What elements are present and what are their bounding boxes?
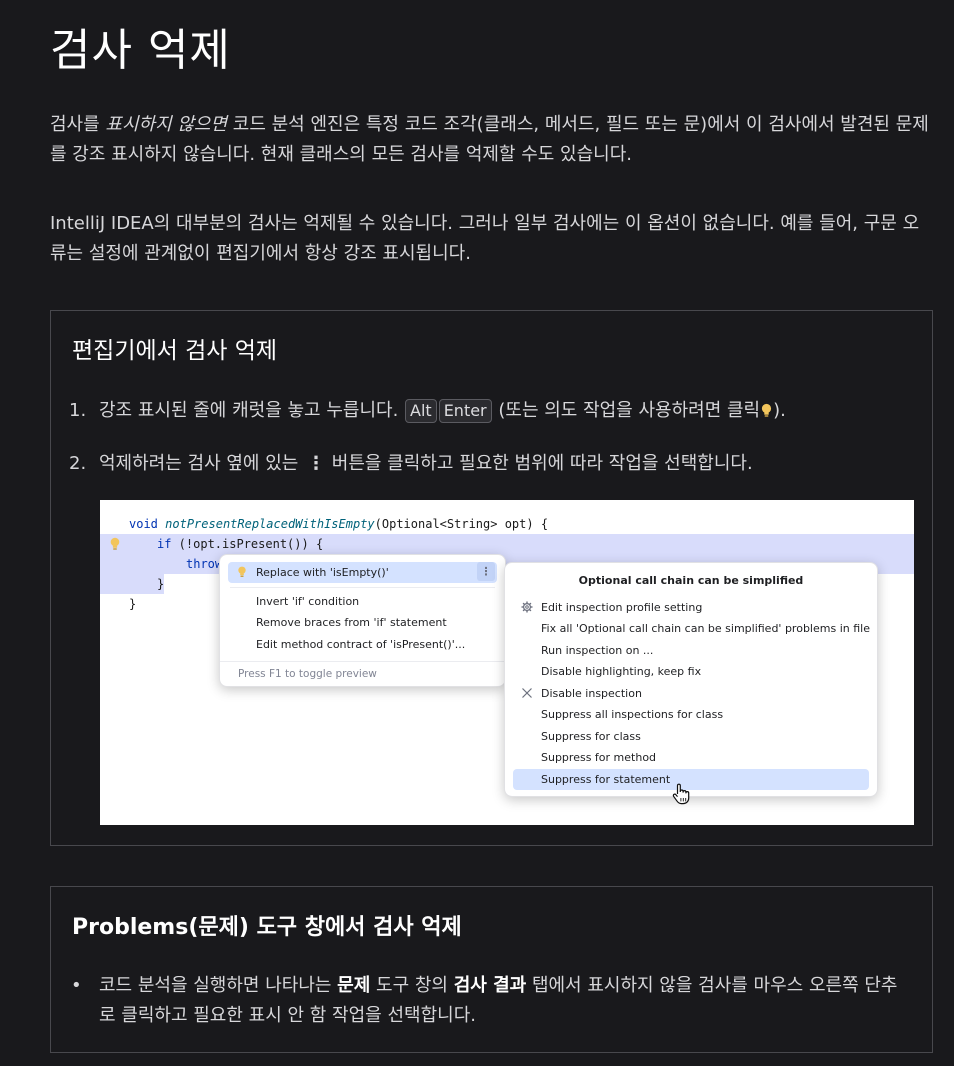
code-line-3: throw <box>186 557 223 571</box>
option-disable-highlighting[interactable]: Disable highlighting, keep fix <box>505 661 877 682</box>
divider <box>230 587 495 588</box>
step-text: ). <box>773 400 786 421</box>
intention-actions-popup: Replace with 'isEmpty()' ⋮ Invert 'if' c… <box>219 554 506 687</box>
code-line-2: if (!opt.isPresent()) { <box>157 537 323 551</box>
intro-paragraph-2: IntelliJ IDEA의 대부분의 검사는 억제될 수 있습니다. 그러나 … <box>50 213 920 264</box>
step-text: 버튼을 클릭하고 필요한 범위에 따라 작업을 선택합니다. <box>326 453 753 474</box>
problems-window-term: 문제 <box>337 975 371 996</box>
code-method-name: notPresentReplacedWithIsEmpty <box>165 517 375 531</box>
bullet-dot: • <box>71 975 82 996</box>
bullet-text: 도구 창의 <box>370 975 454 996</box>
page-title: 검사 억제 <box>50 25 231 76</box>
more-options-button[interactable]: ⋮ <box>477 562 495 581</box>
option-edit-profile[interactable]: Edit inspection profile setting <box>505 597 877 618</box>
intro-emphasis: 표시하지 않으면 <box>105 114 228 135</box>
enter-key: Enter <box>438 399 492 423</box>
option-disable-inspection[interactable]: Disable inspection <box>505 683 877 704</box>
divider <box>220 661 505 662</box>
step-text: (또는 의도 작업을 사용하려면 클릭 <box>492 400 761 421</box>
intro-paragraph-1: 검사를 표시하지 않으면 코드 분석 엔진은 특정 코드 조각(클래스, 메서드… <box>50 110 930 170</box>
lightbulb-icon <box>238 566 246 577</box>
intention-item-invert[interactable]: Invert 'if' condition <box>220 591 505 612</box>
gutter-lightbulb-icon[interactable] <box>109 537 121 551</box>
option-label: Disable inspection <box>541 687 642 700</box>
problems-bullet: • 코드 분석을 실행하면 나타나는 문제 도구 창의 검사 결과 탭에서 표시… <box>71 971 911 1031</box>
code-text: (Optional<String> opt) { <box>374 517 549 531</box>
code-text: (!opt.isPresent()) { <box>171 537 324 551</box>
step-number: 2. <box>69 453 87 474</box>
step-text: 강조 표시된 줄에 캐럿을 놓고 누릅니다. <box>99 400 405 421</box>
code-keyword: if <box>157 537 172 551</box>
alt-key: Alt <box>405 399 437 423</box>
step-1: 1. 강조 표시된 줄에 캐럿을 놓고 누릅니다. Alt Enter (또는 의도… <box>69 396 919 426</box>
inspection-options-popup: Optional call chain can be simplified Ed… <box>504 562 878 805</box>
inspection-title: Optional call chain can be simplified <box>578 574 804 587</box>
code-line-1: void notPresentReplacedWithIsEmpty(Optio… <box>129 517 548 531</box>
step-2: 2. 억제하려는 검사 옆에 있는 ⋮ 버튼을 클릭하고 필요한 범위에 따라 작… <box>69 449 919 479</box>
bullet-text: 코드 분석을 실행하면 나타나는 <box>99 975 338 996</box>
editor-suppress-section: 편집기에서 검사 억제 1. 강조 표시된 줄에 캐럿을 놓고 누릅니다. Alt… <box>50 310 933 846</box>
editor-section-heading: 편집기에서 검사 억제 <box>72 338 278 364</box>
option-fix-all[interactable]: Fix all 'Optional call chain can be simp… <box>505 618 877 639</box>
option-label: Edit inspection profile setting <box>541 601 703 614</box>
intention-item-remove-braces[interactable]: Remove braces from 'if' statement <box>220 612 505 633</box>
hand-cursor-icon <box>672 783 690 805</box>
ide-screenshot: void notPresentReplacedWithIsEmpty(Optio… <box>100 500 914 825</box>
intention-item-edit-contract[interactable]: Edit method contract of 'isPresent()'... <box>220 634 505 655</box>
problems-suppress-section: Problems(문제) 도구 창에서 검사 억제 • 코드 분석을 실행하면 … <box>50 886 933 1053</box>
intro-text: 검사를 <box>50 114 106 135</box>
intention-item-label: Replace with 'isEmpty()' <box>256 566 389 579</box>
option-suppress-method[interactable]: Suppress for method <box>505 747 877 768</box>
step-number: 1. <box>69 400 87 421</box>
code-line-4: } <box>157 577 165 591</box>
code-keyword: void <box>129 517 158 531</box>
option-run-inspection[interactable]: Run inspection on ... <box>505 640 877 661</box>
inspection-results-term: 검사 결과 <box>453 975 527 996</box>
preview-hint: Press F1 to toggle preview <box>238 668 377 680</box>
step-text: 억제하려는 검사 옆에 있는 <box>99 453 305 474</box>
option-suppress-all-class[interactable]: Suppress all inspections for class <box>505 704 877 725</box>
option-suppress-statement[interactable]: Suppress for statement <box>513 769 869 790</box>
problems-section-heading: Problems(문제) 도구 창에서 검사 억제 <box>72 915 462 940</box>
intention-item-replace[interactable]: Replace with 'isEmpty()' <box>228 562 497 583</box>
code-line-5: } <box>129 597 137 611</box>
gear-icon <box>521 601 533 613</box>
option-suppress-class[interactable]: Suppress for class <box>505 726 877 747</box>
more-options-icon: ⋮ <box>307 453 325 474</box>
lightbulb-icon <box>762 403 772 417</box>
close-icon <box>522 688 532 698</box>
